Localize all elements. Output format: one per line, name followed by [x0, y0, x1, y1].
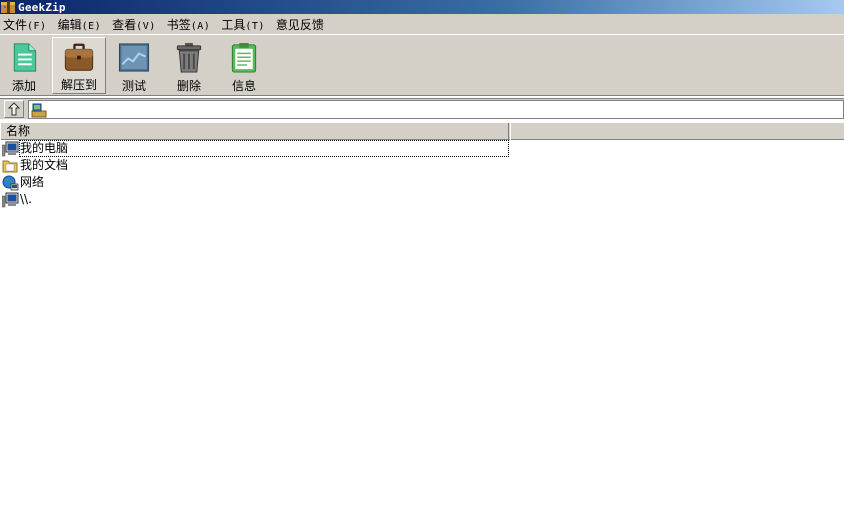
menu-bar: 文件(F) 编辑(E) 查看(V) 书签(A) 工具(T) 意见反馈	[0, 14, 844, 34]
list-item-network[interactable]: 网络	[0, 174, 844, 191]
column-empty-header[interactable]	[510, 123, 844, 140]
network-icon	[2, 175, 19, 190]
list-item-my-documents[interactable]: 我的文档	[0, 157, 844, 174]
computer-icon	[2, 192, 19, 207]
delete-label: 删除	[176, 79, 201, 93]
list-item-local-machine[interactable]: \\.	[0, 191, 844, 208]
add-icon	[13, 43, 37, 72]
info-label: 信息	[231, 79, 256, 93]
up-folder-button[interactable]	[4, 100, 24, 118]
clipboard-info-icon	[231, 42, 257, 73]
add-button[interactable]: 添加	[0, 37, 51, 94]
extract-button[interactable]: 解压到	[52, 37, 106, 94]
column-name-label: 名称	[6, 124, 31, 138]
file-list: 我的电脑 我的文档 网络 \\.	[0, 140, 844, 208]
desktop-location-icon	[31, 103, 47, 117]
list-item-label: 我的电脑	[19, 140, 509, 157]
menu-file-accel: (F)	[27, 20, 47, 32]
menu-tools-accel: (T)	[245, 20, 265, 32]
list-header: 名称	[0, 123, 844, 140]
menu-edit-label: 编辑	[57, 17, 82, 32]
trash-icon	[176, 42, 202, 73]
window-title: GeekZip	[18, 0, 66, 14]
computer-icon	[2, 141, 19, 156]
list-item-label: 网络	[20, 175, 45, 189]
folder-icon	[2, 160, 18, 172]
briefcase-icon	[64, 43, 94, 71]
toolbar: 添加 解压到 测试 删除 信息	[0, 34, 844, 96]
list-item-my-computer[interactable]: 我的电脑	[0, 140, 844, 157]
chart-test-icon	[118, 43, 150, 72]
menu-edit[interactable]: 编辑(E)	[58, 16, 102, 33]
column-name-header[interactable]: 名称	[0, 123, 509, 140]
menu-bookmarks-accel: (A)	[190, 20, 211, 32]
menu-feedback-label: 意见反馈	[275, 17, 324, 32]
list-item-label: 我的文档	[20, 158, 69, 172]
up-arrow-icon	[8, 102, 20, 116]
menu-file-label: 文件	[3, 17, 28, 32]
menu-feedback[interactable]: 意见反馈	[276, 16, 324, 33]
menu-bookmarks[interactable]: 书签(A)	[167, 16, 211, 33]
extract-label: 解压到	[60, 78, 97, 92]
menu-file[interactable]: 文件(F)	[3, 16, 47, 33]
menu-bookmarks-label: 书签	[166, 17, 191, 32]
address-field[interactable]	[28, 100, 844, 119]
menu-view-accel: (V)	[136, 20, 156, 32]
address-bar	[0, 98, 844, 120]
menu-view-label: 查看	[112, 17, 137, 32]
test-button[interactable]: 测试	[107, 37, 161, 94]
info-button[interactable]: 信息	[217, 37, 271, 94]
menu-edit-accel: (E)	[81, 20, 102, 32]
menu-view[interactable]: 查看(V)	[112, 16, 156, 33]
menu-tools[interactable]: 工具(T)	[221, 16, 265, 33]
list-item-label: \\.	[20, 192, 32, 206]
add-label: 添加	[11, 79, 36, 93]
title-bar: GeekZip	[0, 0, 844, 14]
geekzip-app-icon	[1, 1, 15, 13]
menu-tools-label: 工具	[221, 17, 246, 32]
test-label: 测试	[121, 79, 146, 93]
delete-button[interactable]: 删除	[162, 37, 216, 94]
